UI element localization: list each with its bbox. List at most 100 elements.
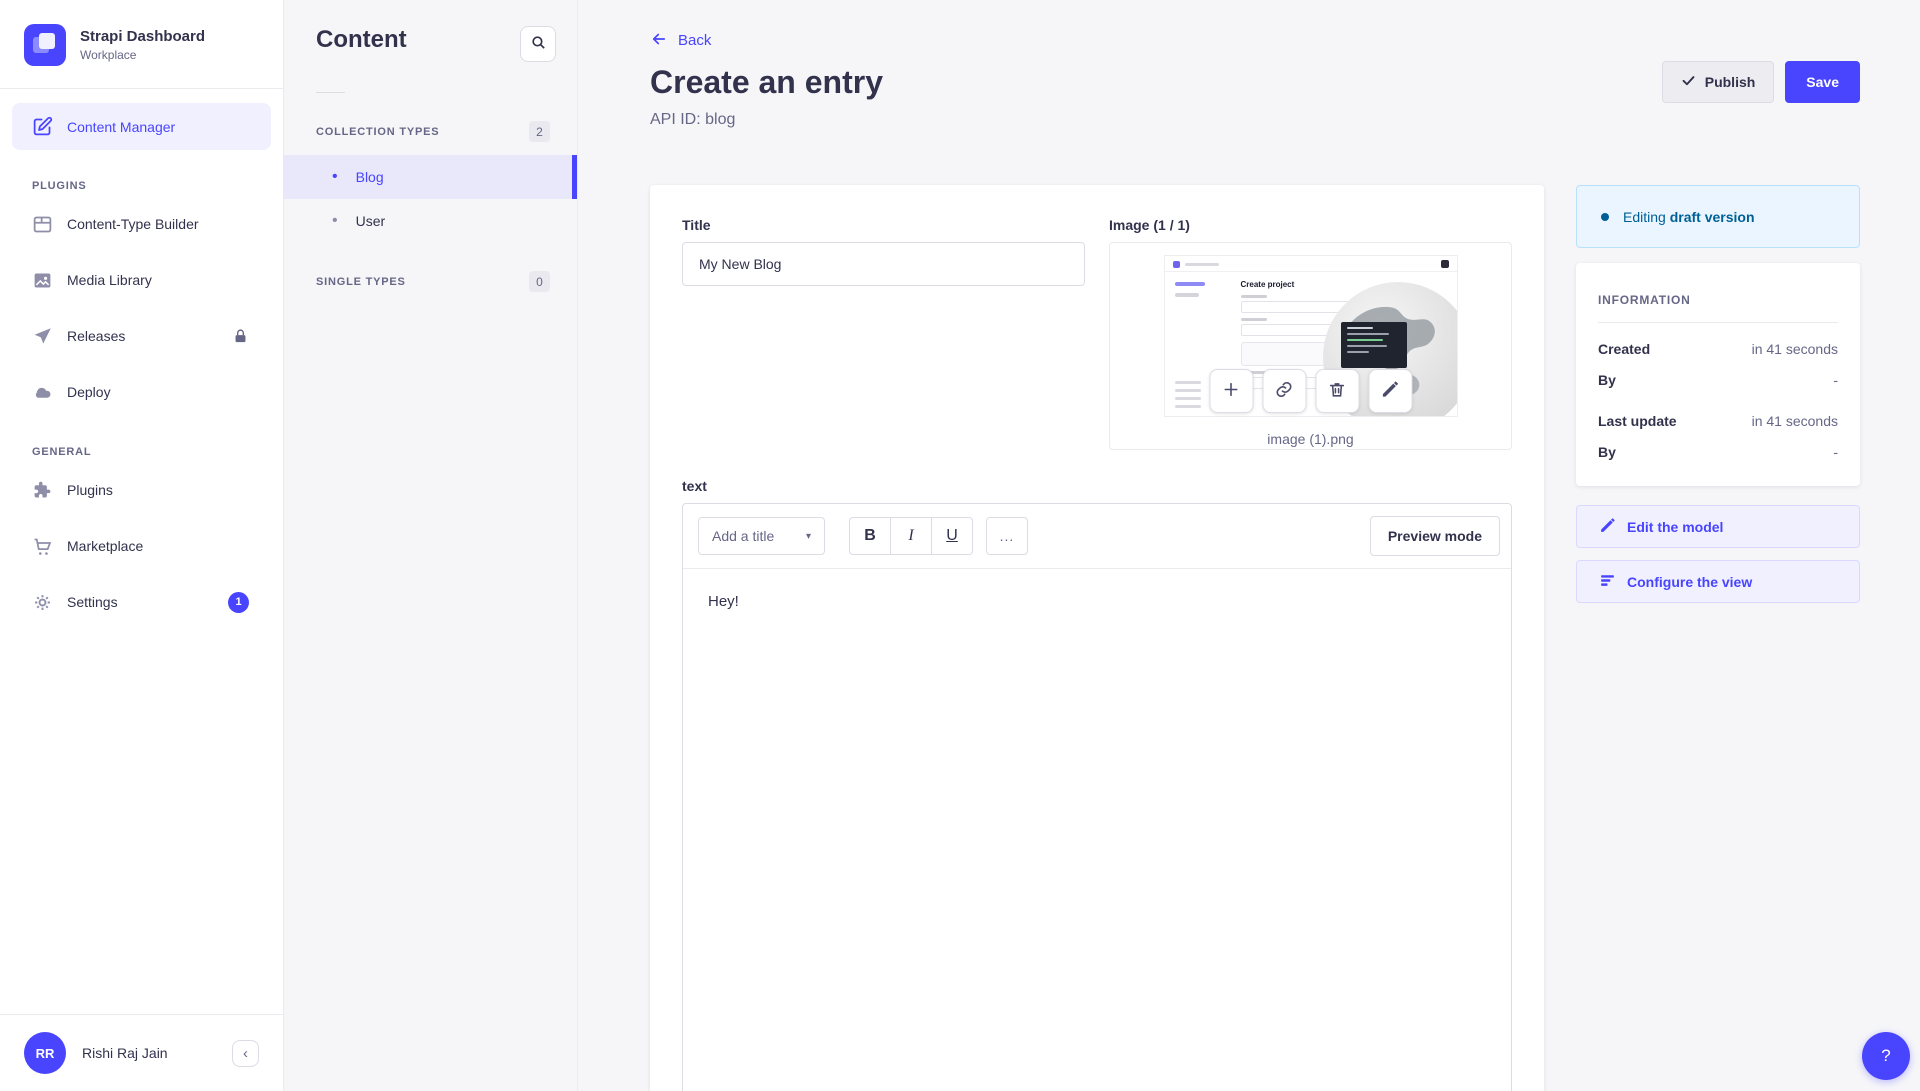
italic-button[interactable]: I (890, 517, 932, 555)
paper-plane-icon (32, 326, 53, 347)
user-avatar[interactable]: RR (24, 1032, 66, 1074)
title-field-label: Title (682, 217, 1085, 233)
collapse-sidebar-button[interactable]: ‹ (232, 1040, 259, 1067)
save-button[interactable]: Save (1785, 61, 1860, 103)
subnav-title: Content (316, 26, 407, 54)
layout-bars-icon (1599, 572, 1616, 592)
configure-view-label: Configure the view (1627, 574, 1752, 590)
workspace-brand[interactable]: Strapi Dashboard Workplace (0, 0, 283, 88)
sidebar-item-label: Releases (67, 328, 125, 344)
plus-icon (1222, 380, 1241, 402)
draft-status-text: Editing draft version (1623, 209, 1755, 225)
main-content: Back Create an entry Publish Save API ID… (578, 0, 1920, 1091)
publish-label: Publish (1705, 74, 1756, 90)
content-sub-sidebar: Content COLLECTION TYPES 2 • Blog • User… (284, 0, 578, 1091)
collection-type-label: User (356, 213, 386, 229)
app-root: Strapi Dashboard Workplace Content Manag… (0, 0, 1920, 1091)
heading-select-value: Add a title (712, 528, 774, 544)
search-button[interactable] (520, 26, 556, 62)
puzzle-icon (32, 480, 53, 501)
nav-spacer (0, 630, 283, 1014)
format-button-group: B I U (849, 517, 973, 555)
help-button[interactable]: ? (1862, 1032, 1910, 1080)
sidebar-item-label: Plugins (67, 482, 113, 498)
single-types-count-badge: 0 (529, 271, 550, 292)
sidebar-item-media-library[interactable]: Media Library (0, 252, 283, 308)
image-icon (32, 270, 53, 291)
add-asset-button[interactable] (1209, 369, 1253, 413)
bold-button[interactable]: B (849, 517, 891, 555)
check-icon (1681, 73, 1696, 91)
ellipsis-icon: ... (1000, 528, 1015, 544)
entry-form-card: Title Image (1 / 1) Create p (650, 185, 1544, 1091)
thumbnail-topbar (1165, 256, 1457, 272)
underline-button[interactable]: U (931, 517, 973, 555)
info-row-created: Created in 41 seconds (1598, 341, 1838, 357)
nav-footer: RR Rishi Raj Jain ‹ (0, 1014, 283, 1091)
collection-types-count-badge: 2 (529, 121, 550, 142)
image-field: Image (1 / 1) Create project (1109, 217, 1512, 450)
info-row-created-by: By - (1598, 372, 1838, 388)
rich-text-editor: Add a title ▾ B I U ... Preview (682, 503, 1512, 1091)
editor-content-area[interactable]: Hey! (683, 568, 1511, 1091)
collection-type-user[interactable]: • User (284, 199, 577, 243)
main-sidebar: Strapi Dashboard Workplace Content Manag… (0, 0, 284, 1091)
workspace-label: Workplace (80, 48, 205, 62)
more-formats-button[interactable]: ... (986, 517, 1028, 555)
settings-notification-badge: 1 (228, 592, 249, 613)
information-card: INFORMATION Created in 41 seconds By - L… (1576, 263, 1860, 486)
edit-asset-button[interactable] (1368, 369, 1412, 413)
collection-type-label: Blog (356, 169, 384, 185)
trash-icon (1328, 380, 1347, 402)
back-label: Back (678, 32, 711, 49)
arrow-left-icon (650, 30, 668, 51)
back-link[interactable]: Back (650, 30, 711, 51)
image-actions-toolbar (1209, 369, 1412, 413)
sidebar-item-settings[interactable]: Settings 1 (0, 574, 283, 630)
chevron-left-icon: ‹ (243, 1046, 248, 1061)
edit-model-button[interactable]: Edit the model (1576, 505, 1860, 548)
sidebar-item-plugins[interactable]: Plugins (0, 462, 283, 518)
sidebar-item-deploy[interactable]: Deploy (0, 364, 283, 420)
single-types-header: SINGLE TYPES 0 (284, 271, 577, 292)
sidebar-item-marketplace[interactable]: Marketplace (0, 518, 283, 574)
sidebar-item-label: Marketplace (67, 538, 143, 554)
sidebar-item-label: Media Library (67, 272, 152, 288)
configure-view-button[interactable]: Configure the view (1576, 560, 1860, 603)
text-field-label: text (682, 478, 1512, 494)
search-icon (530, 34, 547, 54)
thumbnail-sidebar (1175, 282, 1205, 297)
editor-toolbar: Add a title ▾ B I U ... Preview (683, 504, 1511, 568)
nav-section-general: GENERAL (32, 446, 283, 458)
copy-link-button[interactable] (1262, 369, 1306, 413)
info-row-last-update: Last update in 41 seconds (1598, 413, 1838, 429)
collection-type-blog[interactable]: • Blog (284, 155, 577, 199)
text-field: text Add a title ▾ B I U (682, 478, 1512, 1091)
sidebar-item-content-manager[interactable]: Content Manager (12, 103, 271, 150)
heading-style-select[interactable]: Add a title ▾ (698, 517, 825, 555)
image-filename: image (1).png (1110, 431, 1511, 447)
api-id-subtitle: API ID: blog (650, 111, 1860, 129)
information-title: INFORMATION (1598, 293, 1838, 307)
cloud-icon (32, 382, 53, 403)
grid-icon (32, 214, 53, 235)
nav-section-plugins: PLUGINS (32, 180, 283, 192)
sidebar-item-label: Deploy (67, 384, 111, 400)
subnav-divider (316, 92, 345, 93)
link-icon (1275, 380, 1294, 402)
sidebar-item-label: Content-Type Builder (67, 216, 199, 232)
information-divider (1598, 322, 1838, 323)
publish-button[interactable]: Publish (1662, 61, 1775, 103)
image-field-label: Image (1 / 1) (1109, 217, 1512, 233)
preview-mode-button[interactable]: Preview mode (1370, 516, 1500, 556)
bullet-icon: • (332, 213, 338, 229)
sidebar-item-releases[interactable]: Releases (0, 308, 283, 364)
delete-asset-button[interactable] (1315, 369, 1359, 413)
title-input[interactable] (682, 242, 1085, 286)
question-mark-icon: ? (1881, 1046, 1890, 1066)
draft-status-banner: Editing draft version (1576, 185, 1860, 248)
collection-types-list: • Blog • User (284, 155, 577, 243)
code-tooltip-graphic (1341, 322, 1407, 368)
sidebar-item-content-type-builder[interactable]: Content-Type Builder (0, 196, 283, 252)
user-name: Rishi Raj Jain (82, 1045, 168, 1061)
